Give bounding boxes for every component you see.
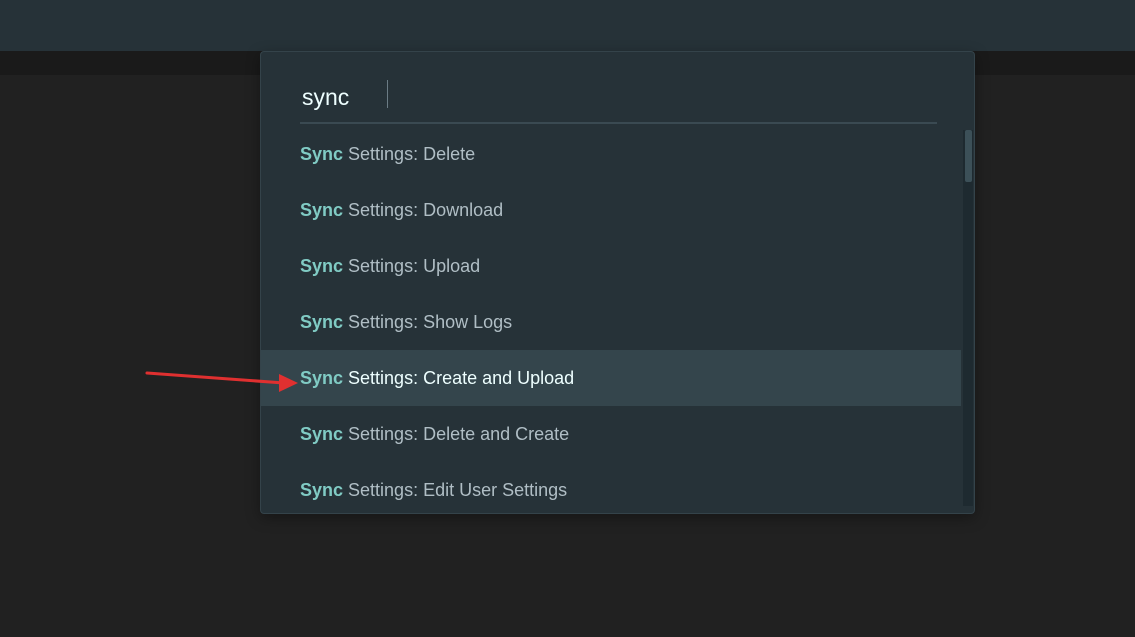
result-item[interactable]: Sync Settings: Delete	[261, 126, 961, 182]
result-match: Sync	[300, 144, 344, 164]
scrollbar-track[interactable]	[963, 130, 973, 506]
result-item[interactable]: Sync Settings: Edit User Settings	[261, 462, 961, 513]
scrollbar-thumb[interactable]	[965, 130, 972, 182]
result-label: Settings: Delete and Create	[343, 424, 570, 444]
search-input[interactable]	[300, 74, 937, 120]
result-item[interactable]: Sync Settings: Show Logs	[261, 294, 961, 350]
result-item[interactable]: Sync Settings: Delete and Create	[261, 406, 961, 462]
text-caret	[387, 80, 388, 108]
result-match: Sync	[300, 368, 344, 388]
result-match: Sync	[300, 200, 344, 220]
results-list: Sync Settings: Delete Sync Settings: Dow…	[261, 126, 961, 513]
result-label: Settings: Download	[343, 200, 504, 220]
title-bar	[0, 0, 1135, 51]
result-match: Sync	[300, 480, 344, 500]
command-palette: Sync Settings: Delete Sync Settings: Dow…	[260, 51, 975, 514]
result-label: Settings: Edit User Settings	[343, 480, 568, 500]
result-item-selected[interactable]: Sync Settings: Create and Upload	[261, 350, 961, 406]
result-match: Sync	[300, 424, 344, 444]
result-match: Sync	[300, 256, 344, 276]
result-label: Settings: Delete	[343, 144, 476, 164]
search-box	[300, 74, 937, 124]
result-label: Settings: Show Logs	[343, 312, 513, 332]
result-label: Settings: Create and Upload	[343, 368, 575, 388]
result-item[interactable]: Sync Settings: Download	[261, 182, 961, 238]
result-match: Sync	[300, 312, 344, 332]
result-item[interactable]: Sync Settings: Upload	[261, 238, 961, 294]
result-label: Settings: Upload	[343, 256, 481, 276]
